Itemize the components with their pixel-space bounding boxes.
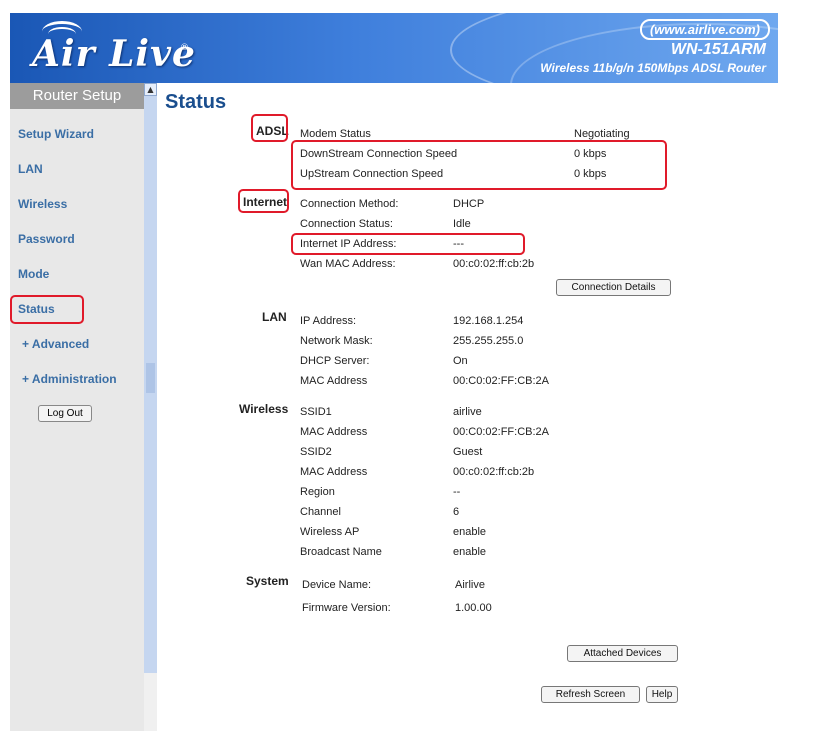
- sidebar-item-lan[interactable]: LAN: [18, 162, 43, 176]
- connection-details-button[interactable]: Connection Details: [556, 279, 671, 296]
- internet-connection-status-label: Connection Status:: [300, 218, 393, 230]
- logout-button[interactable]: Log Out: [38, 405, 92, 422]
- wireless-broadcast-name-label: Broadcast Name: [300, 546, 382, 558]
- highlight-connection-speeds: [291, 140, 667, 190]
- lan-ip-address-value: 192.168.1.254: [453, 315, 524, 327]
- lan-ip-address-label: IP Address:: [300, 315, 357, 327]
- wireless-ssid2-label: SSID2: [300, 446, 332, 458]
- sidebar-item-advanced[interactable]: + Advanced: [22, 337, 89, 351]
- page-title: Status: [165, 91, 227, 113]
- attached-devices-button[interactable]: Attached Devices: [567, 645, 678, 662]
- wireless-channel-label: Channel: [300, 506, 341, 518]
- section-heading-wireless: Wireless: [239, 402, 289, 416]
- logo-registered-mark: ®: [180, 43, 189, 53]
- highlight-status-nav: [10, 295, 84, 324]
- lan-mac-address-value: 00:C0:02:FF:CB:2A: [453, 375, 549, 387]
- highlight-adsl-heading: [251, 114, 288, 142]
- system-device-name-value: Airlive: [455, 579, 485, 591]
- wan-mac-address-value: 00:c0:02:ff:cb:2b: [453, 258, 535, 270]
- wireless-mac1-label: MAC Address: [300, 426, 368, 438]
- scrollbar-thumb[interactable]: [146, 363, 155, 393]
- sidebar-item-wireless[interactable]: Wireless: [18, 197, 67, 211]
- scroll-up-arrow-icon[interactable]: ▲: [144, 83, 157, 96]
- system-firmware-value: 1.00.00: [455, 602, 492, 614]
- adsl-modem-status-label: Modem Status: [300, 128, 371, 140]
- system-device-name-label: Device Name:: [302, 579, 372, 591]
- lan-dhcp-server-value: On: [453, 355, 468, 367]
- scrollbar-track-end: [144, 673, 157, 731]
- sidebar-item-administration[interactable]: + Administration: [22, 372, 117, 386]
- wireless-ssid1-label: SSID1: [300, 406, 332, 418]
- internet-connection-method-label: Connection Method:: [300, 198, 399, 210]
- sidebar-item-setup-wizard[interactable]: Setup Wizard: [18, 127, 94, 141]
- system-firmware-label: Firmware Version:: [302, 602, 391, 614]
- wireless-mac2-label: MAC Address: [300, 466, 368, 478]
- wireless-mac2-value: 00:c0:02:ff:cb:2b: [453, 466, 535, 478]
- highlight-internet-heading: [238, 189, 289, 213]
- sidebar: Router Setup Setup Wizard LAN Wireless P…: [10, 83, 144, 731]
- sidebar-item-password[interactable]: Password: [18, 232, 75, 246]
- sidebar-title: Router Setup: [10, 83, 144, 109]
- wireless-region-value: --: [453, 486, 461, 498]
- help-button[interactable]: Help: [646, 686, 678, 703]
- highlight-internet-ip: [291, 233, 525, 255]
- refresh-screen-button[interactable]: Refresh Screen: [541, 686, 640, 703]
- lan-network-mask-value: 255.255.255.0: [453, 335, 524, 347]
- wireless-ssid2-value: Guest: [453, 446, 483, 458]
- wan-mac-address-label: Wan MAC Address:: [300, 258, 396, 270]
- sidebar-item-mode[interactable]: Mode: [18, 267, 49, 281]
- header-banner: Air Live ® (www.airlive.com) WN-151ARM W…: [10, 13, 778, 83]
- lan-network-mask-label: Network Mask:: [300, 335, 373, 347]
- lan-mac-address-label: MAC Address: [300, 375, 368, 387]
- section-heading-system: System: [246, 574, 289, 588]
- wireless-ap-value: enable: [453, 526, 487, 538]
- product-subtitle: Wireless 11b/g/n 150Mbps ADSL Router: [540, 61, 766, 75]
- wireless-ap-label: Wireless AP: [300, 526, 360, 538]
- model-name: WN-151ARM: [670, 41, 766, 58]
- wireless-mac1-value: 00:C0:02:FF:CB:2A: [453, 426, 549, 438]
- lan-dhcp-server-label: DHCP Server:: [300, 355, 370, 367]
- internet-connection-status-value: Idle: [453, 218, 471, 230]
- wireless-broadcast-name-value: enable: [453, 546, 487, 558]
- internet-connection-method-value: DHCP: [453, 198, 485, 210]
- airlive-logo: Air Live: [32, 33, 196, 75]
- section-heading-lan: LAN: [262, 310, 287, 324]
- wireless-channel-value: 6: [453, 506, 460, 518]
- adsl-modem-status-value: Negotiating: [574, 128, 630, 140]
- wireless-ssid1-value: airlive: [453, 406, 482, 418]
- website-url: (www.airlive.com): [639, 19, 770, 40]
- wireless-region-label: Region: [300, 486, 335, 498]
- sidebar-scrollbar[interactable]: ▲: [144, 83, 157, 673]
